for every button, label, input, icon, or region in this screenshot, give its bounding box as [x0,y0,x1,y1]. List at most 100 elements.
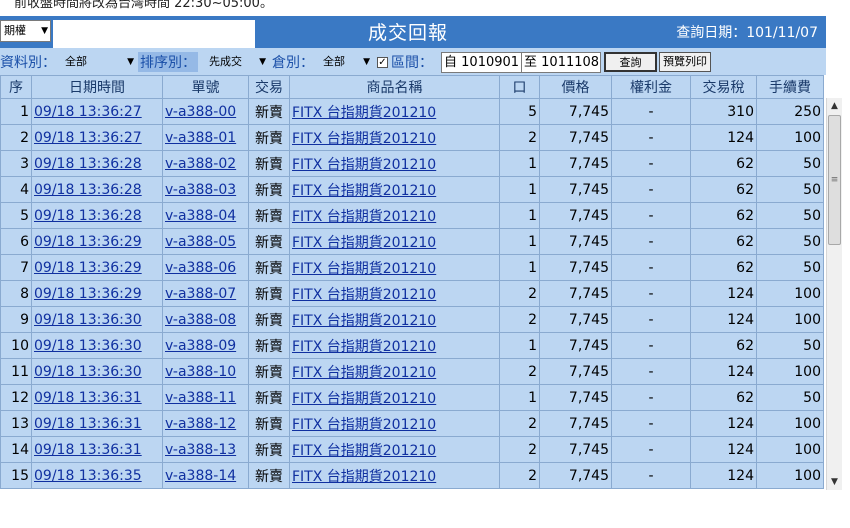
row-product-link[interactable]: FITX 台指期貨201210 [292,235,436,251]
row-fee-cell: 100 [756,436,824,463]
row-datetime-cell: 09/18 13:36:31 [31,384,163,411]
range-checkbox[interactable]: ✓ [377,57,388,68]
col-header-lots[interactable]: 口 [499,75,540,99]
row-datetime-link[interactable]: 09/18 13:36:30 [34,364,142,380]
row-product-link[interactable]: FITX 台指期貨201210 [292,417,436,433]
row-order-no-link[interactable]: v-a388-08 [165,312,236,328]
row-datetime-cell: 09/18 13:36:30 [31,306,163,333]
row-order-no-link[interactable]: v-a388-12 [165,416,236,432]
col-header-fee[interactable]: 手續費 [756,75,824,99]
row-datetime-link[interactable]: 09/18 13:36:29 [34,260,142,276]
row-order-no-link[interactable]: v-a388-10 [165,364,236,380]
market-select[interactable]: 期權 ▼ [0,20,51,42]
row-datetime-link[interactable]: 09/18 13:36:27 [34,104,142,120]
row-product-link[interactable]: FITX 台指期貨201210 [292,339,436,355]
row-product-link[interactable]: FITX 台指期貨201210 [292,287,436,303]
table-row: 5 09/18 13:36:28 v-a388-04 新賣 FITX 台指期貨20121… [0,202,824,229]
row-datetime-link[interactable]: 09/18 13:36:30 [34,312,142,328]
scroll-up-arrow-icon[interactable]: ▲ [827,98,842,114]
col-header-price[interactable]: 價格 [539,75,612,99]
query-button[interactable]: 查詢 [604,52,657,72]
row-product-cell: FITX 台指期貨201210 [289,202,500,229]
row-premium-cell: - [611,280,691,307]
blank-panel [53,20,255,48]
col-header-seq[interactable]: 序 [0,75,32,99]
row-datetime-link[interactable]: 09/18 13:36:28 [34,156,142,172]
row-datetime-link[interactable]: 09/18 13:36:30 [34,338,142,354]
row-order-no-link[interactable]: v-a388-01 [165,130,236,146]
row-product-link[interactable]: FITX 台指期貨201210 [292,131,436,147]
row-datetime-link[interactable]: 09/18 13:36:31 [34,390,142,406]
col-header-premium[interactable]: 權利金 [611,75,691,99]
row-order-no-link[interactable]: v-a388-06 [165,260,236,276]
scrollbar-thumb[interactable]: ≡ [828,115,841,245]
row-product-link[interactable]: FITX 台指期貨201210 [292,157,436,173]
row-order-no-link[interactable]: v-a388-00 [165,104,236,120]
row-product-link[interactable]: FITX 台指期貨201210 [292,183,436,199]
row-lots-cell: 1 [499,384,540,411]
row-product-link[interactable]: FITX 台指期貨201210 [292,313,436,329]
print-preview-button[interactable]: 預覽列印 [659,52,711,72]
row-order-no-link[interactable]: v-a388-05 [165,234,236,250]
row-order-no-cell: v-a388-00 [162,98,249,125]
row-tax-cell: 124 [690,436,757,463]
row-datetime-link[interactable]: 09/18 13:36:28 [34,208,142,224]
row-product-cell: FITX 台指期貨201210 [289,124,500,151]
range-label: 區間： [391,55,433,71]
row-order-no-cell: v-a388-08 [162,306,249,333]
row-product-cell: FITX 台指期貨201210 [289,176,500,203]
row-fee-cell: 100 [756,306,824,333]
row-datetime-link[interactable]: 09/18 13:36:31 [34,416,142,432]
sort-select[interactable]: 先成交 ▼ [206,52,268,72]
row-datetime-link[interactable]: 09/18 13:36:28 [34,182,142,198]
row-order-no-link[interactable]: v-a388-11 [165,390,236,406]
row-product-link[interactable]: FITX 台指期貨201210 [292,391,436,407]
row-product-link[interactable]: FITX 台指期貨201210 [292,105,436,121]
row-lots-cell: 2 [499,436,540,463]
col-header-order-no[interactable]: 單號 [162,75,249,99]
row-order-no-link[interactable]: v-a388-09 [165,338,236,354]
row-product-link[interactable]: FITX 台指期貨201210 [292,365,436,381]
account-select[interactable]: 全部 ▼ [320,52,372,72]
row-fee-cell: 50 [756,332,824,359]
row-order-no-link[interactable]: v-a388-04 [165,208,236,224]
row-trade-cell: 新賣 [248,228,290,255]
row-fee-cell: 50 [756,176,824,203]
row-product-link[interactable]: FITX 台指期貨201210 [292,209,436,225]
row-datetime-link[interactable]: 09/18 13:36:31 [34,442,142,458]
col-header-trade[interactable]: 交易 [248,75,290,99]
row-order-no-link[interactable]: v-a388-07 [165,286,236,302]
col-header-product[interactable]: 商品名稱 [289,75,500,99]
row-order-no-link[interactable]: v-a388-02 [165,156,236,172]
row-datetime-link[interactable]: 09/18 13:36:29 [34,286,142,302]
top-notice: 前收盤時間將改為台灣時間 22:30~05:00。 [14,0,273,11]
row-datetime-link[interactable]: 09/18 13:36:35 [34,468,142,484]
row-datetime-link[interactable]: 09/18 13:36:27 [34,130,142,146]
scroll-down-arrow-icon[interactable]: ▼ [827,474,842,490]
row-product-link[interactable]: FITX 台指期貨201210 [292,261,436,277]
row-premium-cell: - [611,306,691,333]
row-product-cell: FITX 台指期貨201210 [289,462,500,489]
row-tax-cell: 62 [690,228,757,255]
row-lots-cell: 2 [499,462,540,489]
row-lots-cell: 5 [499,98,540,125]
row-tax-cell: 62 [690,384,757,411]
data-type-select[interactable]: 全部 ▼ [62,52,136,72]
row-product-link[interactable]: FITX 台指期貨201210 [292,469,436,485]
date-to-field[interactable]: 至 1011108 [521,52,601,73]
row-premium-cell: - [611,254,691,281]
col-header-datetime[interactable]: 日期時間 [31,75,163,99]
row-product-link[interactable]: FITX 台指期貨201210 [292,443,436,459]
row-product-cell: FITX 台指期貨201210 [289,98,500,125]
table-row: 3 09/18 13:36:28 v-a388-02 新賣 FITX 台指期貨20121… [0,150,824,177]
row-datetime-link[interactable]: 09/18 13:36:29 [34,234,142,250]
col-header-tax[interactable]: 交易稅 [690,75,757,99]
vertical-scrollbar[interactable]: ▲ ≡ ▼ [826,98,842,490]
table-row: 15 09/18 13:36:35 v-a388-14 新賣 FITX 台指期貨2012… [0,462,824,489]
row-order-no-link[interactable]: v-a388-03 [165,182,236,198]
row-order-no-link[interactable]: v-a388-13 [165,442,236,458]
row-lots-cell: 2 [499,306,540,333]
row-premium-cell: - [611,358,691,385]
row-trade-cell: 新賣 [248,124,290,151]
row-order-no-link[interactable]: v-a388-14 [165,468,236,484]
